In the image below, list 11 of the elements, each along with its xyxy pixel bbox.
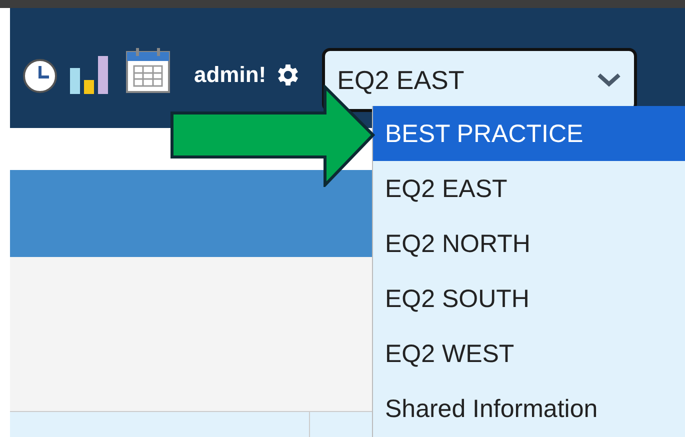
dropdown-option[interactable]: EQ2 EAST [373, 161, 685, 216]
dropdown-option[interactable]: BEST PRACTICE [373, 106, 685, 161]
dropdown-option[interactable]: EQ2 NORTH [373, 216, 685, 271]
dropdown-option[interactable]: EQ2 SOUTH [373, 271, 685, 326]
region-select[interactable]: EQ2 EAST [322, 48, 638, 112]
user-greeting: admin! [194, 61, 266, 89]
chevron-down-icon [596, 72, 622, 88]
clock-icon[interactable] [22, 58, 58, 94]
dropdown-option[interactable]: EQ2 WEST [373, 326, 685, 381]
dropdown-option[interactable]: Shared Information [373, 381, 685, 436]
calendar-icon[interactable] [124, 46, 172, 94]
